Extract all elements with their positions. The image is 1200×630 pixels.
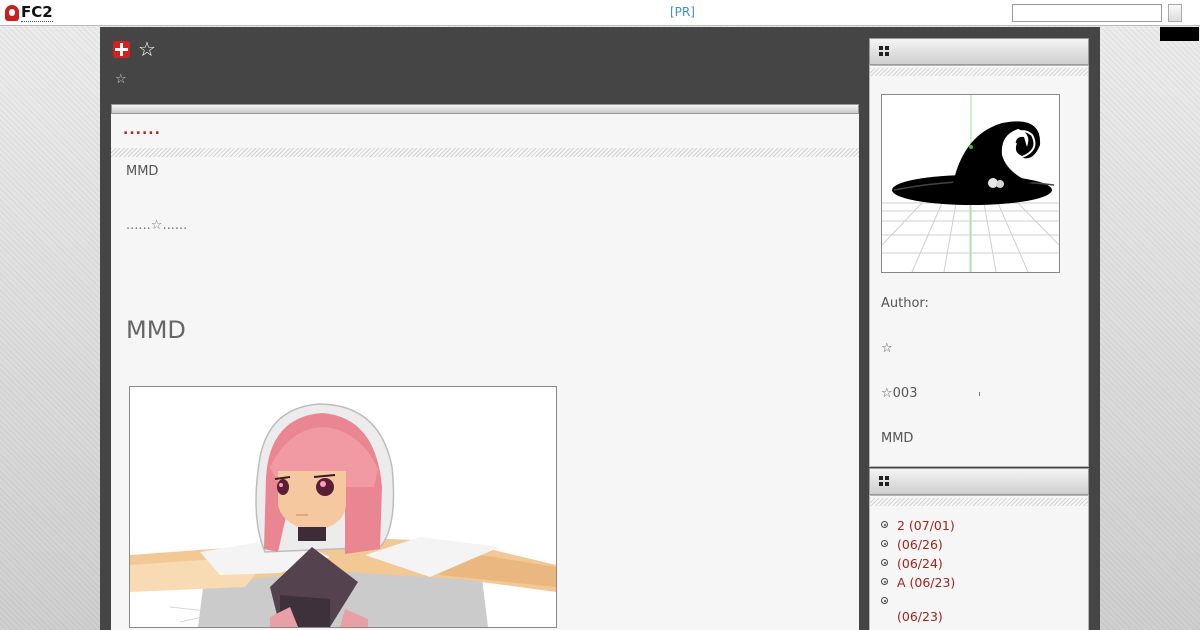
recent-entry-link[interactable]: (06/24) <box>897 554 943 573</box>
character-illustration <box>130 387 556 627</box>
list-bullet-icon <box>881 559 888 566</box>
entry-text-line: ......☆...... <box>126 218 188 233</box>
black-corner-box <box>1160 27 1199 41</box>
sidebar-recent-header <box>869 468 1089 495</box>
fc2-logo-text: FC2 <box>21 3 53 22</box>
block-bullet-icon <box>879 476 890 487</box>
fc2-logo-link[interactable]: FC2 <box>5 4 53 22</box>
search-input[interactable] <box>1012 4 1162 22</box>
sidebar-profile-panel: Author: ☆ ☆003 MMD <box>869 65 1089 467</box>
profile-tag-line: MMD <box>881 431 914 446</box>
recent-entry-link[interactable]: (06/26) <box>897 535 943 554</box>
list-bullet-icon <box>881 597 888 604</box>
entry-heading: MMD <box>126 316 186 344</box>
block-bullet-icon <box>879 46 890 57</box>
mmd-character-image[interactable] <box>129 386 557 628</box>
sidebar-hatch <box>870 498 1088 506</box>
list-bullet-icon <box>881 521 888 528</box>
entry-panel: ...... MMD ......☆...... MMD <box>111 114 859 630</box>
profile-star-line: ☆ <box>881 341 893 356</box>
entry-title[interactable]: ...... <box>123 122 161 138</box>
fc2-top-bar: FC2 [PR] <box>0 0 1200 26</box>
search-button[interactable] <box>1168 4 1182 22</box>
sidebar-recent-panel: 2 (07/01) (06/26) (06/24) A (06/23) (06/… <box>869 495 1089 630</box>
fc2-logo-icon <box>5 5 19 21</box>
recent-entry-link[interactable]: (06/23) <box>897 607 943 626</box>
profile-witch-hat-image[interactable] <box>881 94 1060 273</box>
profile-author-label: Author: <box>881 296 929 311</box>
blog-logo-icon[interactable] <box>113 41 130 58</box>
sidebar-profile-header <box>869 38 1089 65</box>
sidebar-hatch <box>870 68 1088 76</box>
pr-link[interactable]: [PR] <box>670 5 695 19</box>
main-top-bar <box>111 104 859 114</box>
profile-code-line: ☆003 <box>881 386 918 401</box>
profile-dot-mark <box>979 392 980 396</box>
blog-subtitle-star: ☆ <box>115 72 127 87</box>
entry-title-divider <box>111 148 859 157</box>
list-bullet-icon <box>881 540 888 547</box>
witch-hat-illustration <box>882 95 1059 272</box>
recent-entry-link[interactable]: 2 (07/01) <box>897 516 955 535</box>
blog-title-star[interactable]: ☆ <box>138 37 156 61</box>
list-bullet-icon <box>881 578 888 585</box>
recent-entry-link[interactable]: A (06/23) <box>897 573 955 592</box>
entry-category: MMD <box>126 164 159 179</box>
